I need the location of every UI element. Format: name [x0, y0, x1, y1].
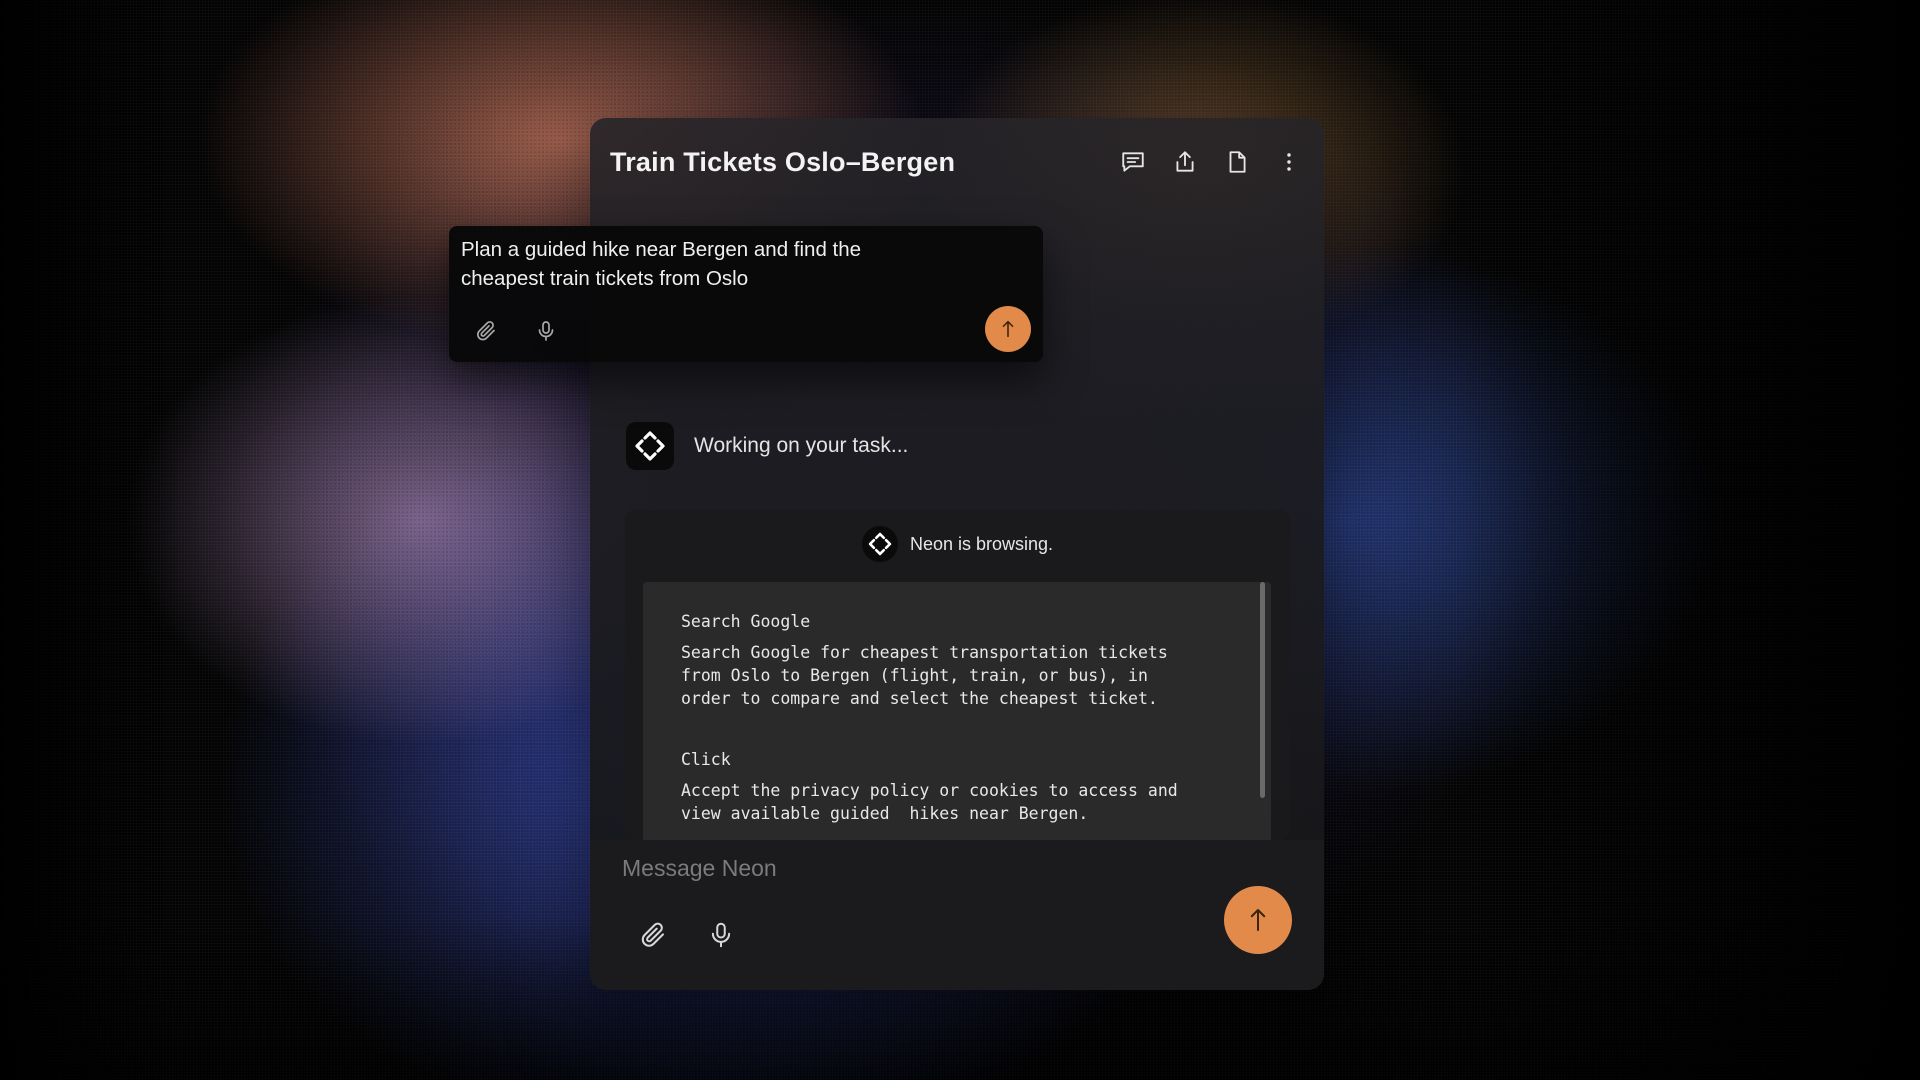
header-actions: [1118, 147, 1304, 177]
message-input[interactable]: [620, 850, 1184, 886]
message-composer: [590, 840, 1324, 990]
document-icon[interactable]: [1222, 147, 1252, 177]
log-step-title: Search Google: [681, 612, 811, 631]
arrow-up-icon: [1250, 909, 1266, 931]
log-step-title: Click: [681, 750, 731, 769]
status-row: Working on your task...: [626, 422, 908, 470]
share-icon[interactable]: [1170, 147, 1200, 177]
status-text: Working on your task...: [694, 434, 909, 457]
paperclip-icon[interactable]: [471, 316, 501, 346]
microphone-icon[interactable]: [531, 316, 561, 346]
neon-logo-icon: [861, 526, 898, 562]
browsing-card: Neon is browsing. Search Google Search G…: [625, 510, 1290, 840]
send-button[interactable]: [1224, 886, 1292, 954]
chat-bubble-icon[interactable]: [1118, 147, 1148, 177]
action-log-scrollbar[interactable]: [1260, 582, 1265, 798]
microphone-icon[interactable]: [706, 920, 736, 950]
browsing-title: Neon is browsing.: [909, 533, 1054, 554]
prompt-tools: [471, 316, 561, 346]
prompt-popup: Plan a guided hike near Bergen and find …: [449, 226, 1043, 362]
log-step: Search Google Search Google for cheapest…: [681, 610, 1241, 710]
prompt-text[interactable]: Plan a guided hike near Bergen and find …: [461, 235, 881, 293]
browsing-header: Neon is browsing.: [625, 526, 1290, 562]
arrow-up-icon: [1002, 320, 1014, 338]
page-title: Train Tickets Oslo–Bergen: [610, 146, 956, 177]
paperclip-icon[interactable]: [638, 920, 668, 950]
prompt-send-button[interactable]: [985, 306, 1031, 352]
neon-logo-icon: [626, 422, 674, 470]
log-step-description: Search Google for cheapest transportatio…: [681, 643, 1168, 708]
log-step: Click Accept the privacy policy or cooki…: [681, 748, 1241, 825]
log-step-description: Accept the privacy policy or cookies to …: [681, 781, 1178, 823]
more-vertical-icon[interactable]: [1274, 147, 1304, 177]
panel-header: Train Tickets Oslo–Bergen: [610, 140, 1304, 184]
action-log-content: Search Google Search Google for cheapest…: [681, 610, 1241, 840]
app-background: Train Tickets Oslo–Bergen Working on you…: [0, 0, 1920, 1080]
composer-tools: [638, 920, 736, 950]
action-log[interactable]: Search Google Search Google for cheapest…: [643, 582, 1271, 840]
